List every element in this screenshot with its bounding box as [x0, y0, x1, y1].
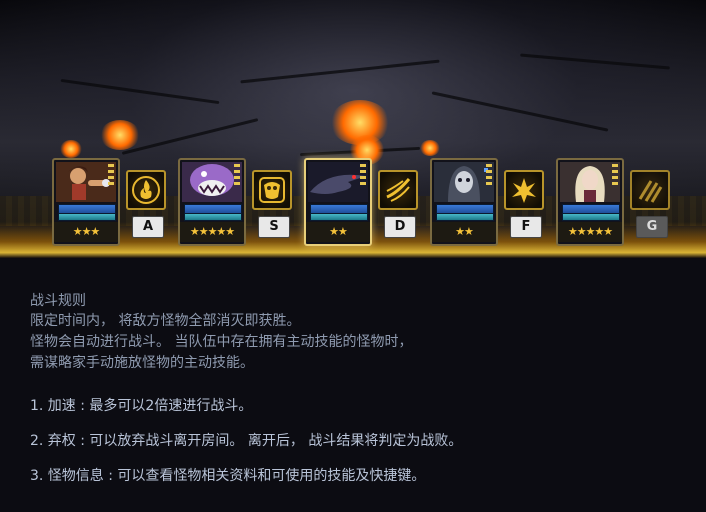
mp-bar — [184, 213, 242, 221]
purple-fanged-monster-portrait-icon — [182, 162, 242, 202]
rule-item-monster-info: 3. 怪物信息 : 可以查看怪物相关资料和可使用的技能及快捷键。 — [30, 468, 426, 484]
monster-card[interactable]: ★★ F — [430, 156, 548, 248]
star-rating: ★★ — [432, 222, 496, 242]
fighter-girl-portrait-icon — [56, 162, 116, 202]
star-rating: ★★★★★ — [180, 222, 244, 242]
rule-item-speed: 1. 加速 : 最多可以2倍速进行战斗。 — [30, 398, 253, 414]
hotkey-badge: F — [510, 216, 542, 238]
star-rating: ★★★ — [54, 222, 118, 242]
hooded-reaper-portrait-icon — [434, 162, 494, 202]
mp-bar — [310, 213, 368, 221]
star-rating: ★★★★★ — [558, 222, 622, 242]
rules-title: 战斗规则 — [30, 293, 86, 309]
flame-emblem-icon — [132, 176, 160, 204]
hotkey-badge: A — [132, 216, 164, 238]
rules-line: 需谋略家手动施放怪物的主动技能。 — [30, 355, 254, 371]
mp-bar — [58, 213, 116, 221]
wind-slash-icon — [386, 178, 411, 202]
monster-portrait[interactable]: ★★★ — [52, 158, 120, 246]
hotkey-badge: S — [258, 216, 290, 238]
skill-button[interactable] — [630, 170, 670, 210]
lava-ember — [100, 120, 140, 150]
claw-strike-icon — [638, 180, 663, 203]
skill-button[interactable] — [126, 170, 166, 210]
monster-portrait[interactable]: ★★ — [304, 158, 372, 246]
rules-line: 限定时间内， 将敌方怪物全部消灭即获胜。 — [30, 313, 301, 329]
monster-card[interactable]: ★★★★★ S — [178, 156, 296, 248]
monster-portrait[interactable]: ★★★★★ — [556, 158, 624, 246]
monster-card[interactable]: ★★★★★ G — [556, 156, 674, 248]
blonde-sorceress-portrait-icon — [560, 162, 620, 202]
skill-button[interactable] — [252, 170, 292, 210]
hotkey-badge: G — [636, 216, 668, 238]
hotkey-badge: D — [384, 216, 416, 238]
rule-item-forfeit: 2. 弃权 : 可以放弃战斗离开房间。 离开后， 战斗结果将判定为战败。 — [30, 433, 463, 449]
mask-emblem-icon — [259, 177, 285, 203]
monster-portrait[interactable]: ★★ — [430, 158, 498, 246]
monster-portrait[interactable]: ★★★★★ — [178, 158, 246, 246]
team-lineup: ★★★ A ★★★★★ S ★★ D ★★ F ★★★★★ G — [52, 156, 672, 248]
skill-button[interactable] — [504, 170, 544, 210]
lava-ember — [420, 140, 440, 156]
skill-button[interactable] — [378, 170, 418, 210]
mp-bar — [436, 213, 494, 221]
monster-card-selected[interactable]: ★★ D — [304, 156, 422, 248]
rules-line: 怪物会自动进行战斗。 当队伍中存在拥有主动技能的怪物时， — [30, 334, 413, 350]
shadow-dragon-portrait-icon — [308, 162, 368, 202]
monster-card[interactable]: ★★★ A — [52, 156, 170, 248]
fire-burst-icon — [512, 178, 536, 203]
star-rating: ★★ — [306, 222, 370, 242]
mp-bar — [562, 213, 620, 221]
